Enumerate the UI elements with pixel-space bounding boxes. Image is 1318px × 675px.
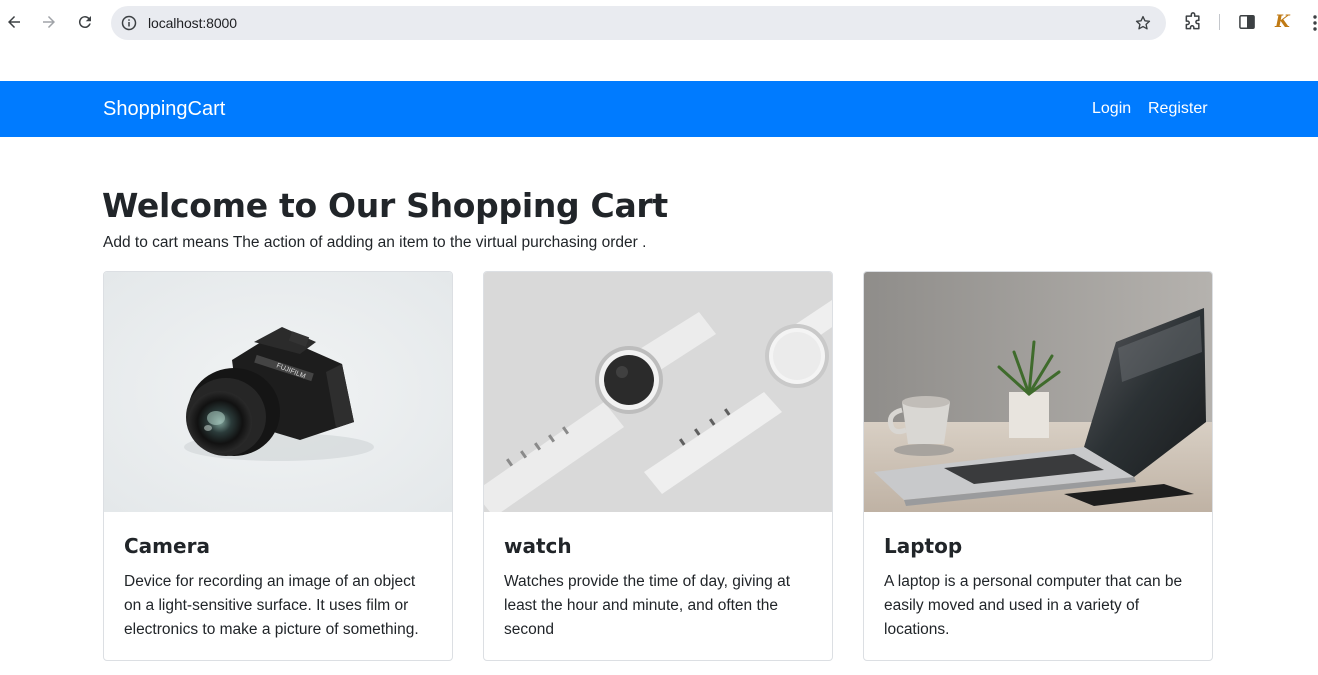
- card-text: Watches provide the time of day, giving …: [504, 573, 791, 638]
- more-menu-icon[interactable]: [1312, 14, 1318, 32]
- bookmark-star-icon[interactable]: [1134, 14, 1152, 32]
- card-title: Camera: [124, 534, 210, 558]
- page-description: Add to cart means The action of adding a…: [103, 234, 647, 251]
- register-link[interactable]: Register: [1148, 100, 1208, 118]
- card-title: watch: [504, 534, 572, 558]
- extensions-puzzle-icon[interactable]: [1183, 12, 1203, 32]
- watch-image: [484, 272, 832, 512]
- login-link[interactable]: Login: [1092, 100, 1131, 118]
- toolbar-divider: [1219, 14, 1220, 30]
- url-text[interactable]: localhost:8000: [148, 15, 237, 31]
- page-title: Welcome to Our Shopping Cart: [102, 186, 668, 225]
- reload-icon: [78, 16, 91, 29]
- product-card-laptop: Laptop A laptop is a personal computer t…: [863, 271, 1213, 661]
- back-button[interactable]: [2, 10, 26, 34]
- side-panel-icon[interactable]: [1237, 12, 1257, 32]
- site-info-icon[interactable]: [121, 15, 137, 31]
- profile-avatar[interactable]: K: [1275, 12, 1290, 32]
- card-title: Laptop: [884, 534, 963, 558]
- reload-button[interactable]: [73, 10, 97, 34]
- browser-toolbar: localhost:8000 K: [0, 0, 1318, 46]
- site-navbar: ShoppingCart Login Register: [0, 81, 1318, 137]
- product-card-camera: FUJIFILM Camera Device for recording an …: [103, 271, 453, 661]
- arrow-right-icon: [43, 16, 55, 28]
- arrow-left-icon: [8, 16, 20, 28]
- camera-image: FUJIFILM: [104, 272, 452, 512]
- card-text: Device for recording an image of an obje…: [124, 573, 419, 638]
- laptop-image: [864, 272, 1212, 512]
- card-text: A laptop is a personal computer that can…: [884, 573, 1183, 638]
- address-bar[interactable]: localhost:8000: [111, 6, 1166, 40]
- forward-button[interactable]: [37, 10, 61, 34]
- brand-link[interactable]: ShoppingCart: [103, 98, 225, 121]
- product-card-watch: watch Watches provide the time of day, g…: [483, 271, 833, 661]
